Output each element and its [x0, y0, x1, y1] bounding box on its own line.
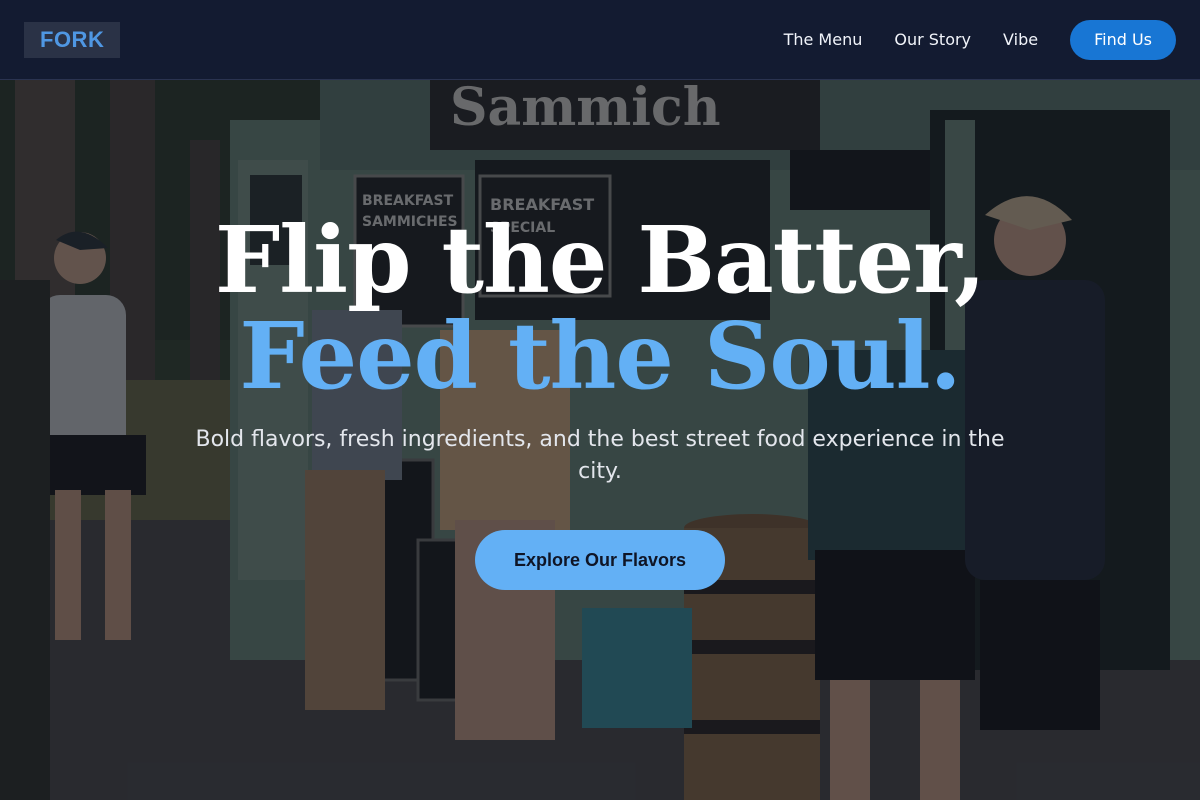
logo[interactable]: FORK	[24, 21, 121, 58]
nav-link-vibe[interactable]: Vibe	[1003, 30, 1038, 49]
nav-link-our-story[interactable]: Our Story	[894, 30, 971, 49]
headline-line-2: Feed the Soul.	[239, 302, 961, 410]
nav-links: The Menu Our Story Vibe Find Us	[784, 19, 1176, 60]
hero-section: Sammich BREAKFAST SAMMICHES BREAKFAST SP…	[0, 80, 1200, 800]
navbar: FORK The Menu Our Story Vibe Find Us	[0, 0, 1200, 80]
hero-subtitle: Bold flavors, fresh ingredients, and the…	[195, 427, 1005, 484]
explore-flavors-button[interactable]: Explore Our Flavors	[475, 530, 725, 590]
headline-line-1: Flip the Batter,	[214, 206, 986, 314]
nav-link-the-menu[interactable]: The Menu	[784, 30, 863, 49]
hero-content: Flip the Batter, Feed the Soul. Bold fla…	[0, 80, 1200, 800]
find-us-button[interactable]: Find Us	[1070, 19, 1176, 60]
hero-headline: Flip the Batter, Feed the Soul.	[0, 212, 1200, 404]
